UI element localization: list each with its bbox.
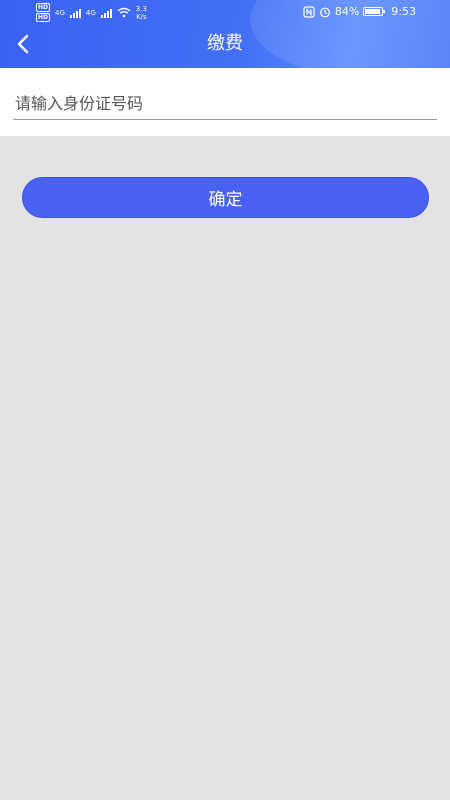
network-type-left: 4G: [55, 8, 65, 17]
id-number-input[interactable]: [13, 88, 437, 120]
top-bar: HD HD 4G 4G 3.3 K/s 84% 9:53 缴费: [0, 0, 450, 68]
wifi-icon: [117, 7, 131, 18]
signal-icon: [69, 8, 81, 18]
confirm-button[interactable]: 确定: [22, 177, 429, 218]
battery-percent: 84%: [334, 5, 360, 18]
nfc-icon: [303, 5, 315, 18]
clock: 9:53: [391, 5, 416, 18]
sim-hd-badges: HD HD: [36, 3, 51, 22]
alarm-icon: [319, 7, 330, 17]
signal-icon: [100, 8, 112, 18]
speed-value: 3.3: [135, 4, 147, 13]
id-form-panel: [0, 68, 450, 136]
page-title: 缴费: [207, 33, 243, 54]
network-type-right: 4G: [85, 8, 96, 17]
speed-unit: K/s: [136, 12, 147, 21]
status-bar: HD HD 4G 4G 3.3 K/s 84% 9:53: [0, 0, 450, 26]
network-speed: 3.3 K/s: [136, 5, 147, 21]
hd-icon: HD: [36, 13, 51, 22]
battery-icon: [363, 7, 386, 16]
hd-icon: HD: [36, 3, 51, 12]
